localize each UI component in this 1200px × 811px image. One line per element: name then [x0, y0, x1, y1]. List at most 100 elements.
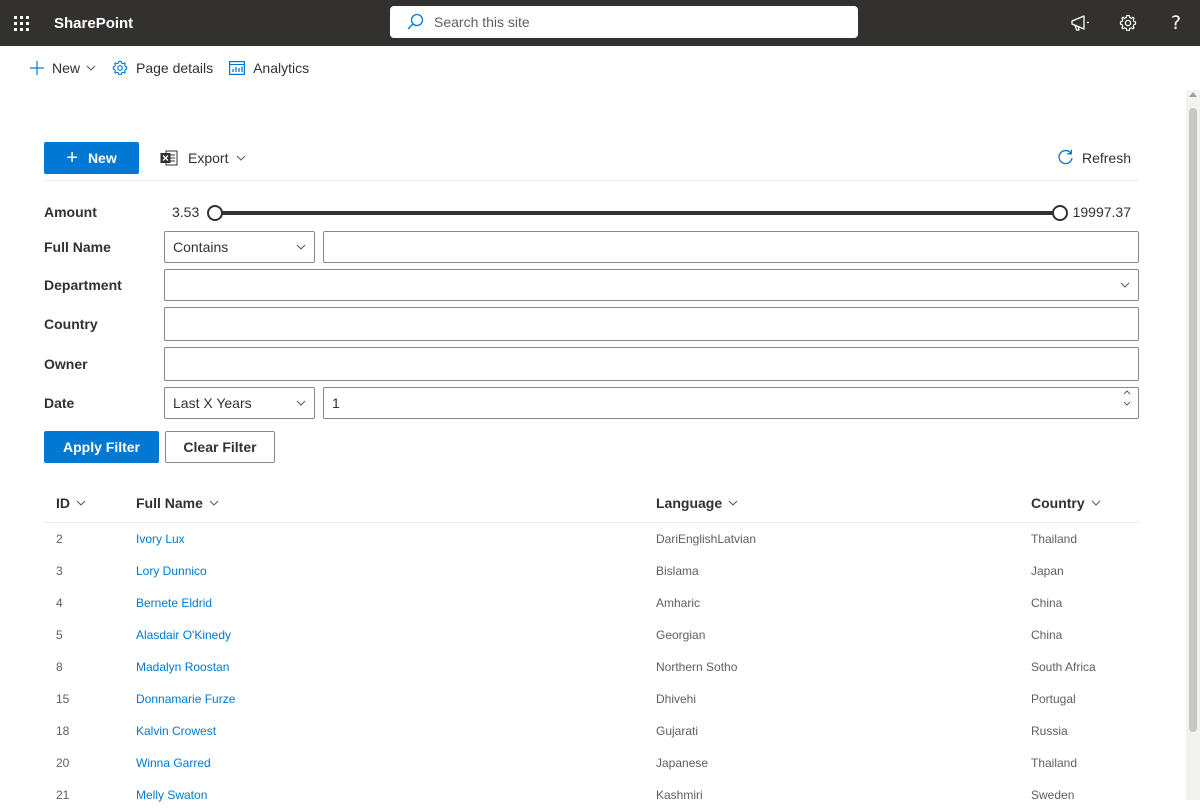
date-filter-row: Date Last X Years	[44, 387, 1139, 419]
cell-full-name-link[interactable]: Madalyn Roostan	[136, 660, 229, 674]
cell-full-name-link[interactable]: Ivory Lux	[136, 532, 185, 546]
search-icon	[407, 13, 424, 30]
scroll-up-arrow-icon[interactable]	[1189, 92, 1197, 97]
owner-people-picker[interactable]	[164, 347, 1139, 381]
amount-filter-row: Amount 3.53 19997.37	[44, 197, 1139, 227]
cell-country: Thailand	[1031, 756, 1078, 770]
cell-id: 20	[56, 756, 70, 770]
cell-language: Dhivehi	[656, 692, 697, 706]
cell-full-name-link[interactable]: Donnamarie Furze	[136, 692, 235, 706]
app-launcher-button[interactable]	[0, 0, 42, 46]
excel-icon	[160, 150, 178, 166]
owner-filter-row: Owner	[44, 347, 1139, 381]
clear-filter-button[interactable]: Clear Filter	[165, 431, 275, 463]
search-box[interactable]	[390, 6, 858, 38]
page-details-button[interactable]: Page details	[112, 60, 213, 76]
chevron-down-icon[interactable]	[1123, 401, 1131, 406]
announcements-button[interactable]	[1056, 0, 1104, 46]
cell-language: Georgian	[656, 628, 706, 642]
refresh-icon	[1058, 149, 1073, 165]
refresh-button[interactable]: Refresh	[1057, 149, 1131, 166]
chevron-down-icon	[209, 500, 219, 506]
column-header-language-label: Language	[656, 494, 723, 511]
cell-language: Northern Sotho	[656, 660, 738, 674]
table-row[interactable]: 15 Donnamarie Furze Dhivehi Portugal	[44, 683, 1139, 715]
command-bar: New Page details Analytics	[0, 46, 1200, 90]
full-name-label: Full Name	[44, 239, 111, 255]
cell-id: 18	[56, 724, 70, 738]
table-row[interactable]: 20 Winna Garred Japanese Thailand	[44, 747, 1139, 779]
filter-actions: Apply Filter Clear Filter	[44, 431, 1139, 463]
app-name[interactable]: SharePoint	[54, 15, 133, 32]
settings-button[interactable]	[1104, 0, 1152, 46]
table-row[interactable]: 21 Melly Swaton Kashmiri Sweden	[44, 779, 1139, 811]
cell-language: Amharic	[656, 596, 701, 610]
full-name-operator-value: Contains	[173, 239, 229, 255]
export-label: Export	[188, 150, 229, 166]
cell-full-name-link[interactable]: Lory Dunnico	[136, 564, 207, 578]
cell-country: China	[1031, 596, 1063, 610]
department-filter-row: Department	[44, 269, 1139, 301]
amount-range-slider[interactable]	[215, 211, 1060, 215]
column-header-full-name[interactable]: Full Name	[136, 495, 656, 511]
cell-id: 5	[56, 628, 63, 642]
new-item-button[interactable]: + New	[44, 142, 139, 174]
department-dropdown[interactable]	[164, 269, 1139, 301]
column-header-id-label: ID	[56, 494, 70, 511]
column-header-language[interactable]: Language	[656, 495, 1031, 511]
search-input[interactable]	[434, 14, 834, 30]
amount-min-handle[interactable]	[207, 205, 223, 221]
amount-max-handle[interactable]	[1052, 205, 1068, 221]
scroll-thumb[interactable]	[1189, 108, 1197, 732]
cell-id: 15	[56, 692, 70, 706]
analytics-button[interactable]: Analytics	[229, 60, 309, 76]
column-header-full-name-label: Full Name	[136, 494, 203, 511]
refresh-label: Refresh	[1081, 149, 1131, 166]
table-row[interactable]: 18 Kalvin Crowest Gujarati Russia	[44, 715, 1139, 747]
date-number-input[interactable]	[323, 387, 1139, 419]
plus-icon	[30, 61, 44, 75]
chevron-up-icon[interactable]	[1123, 390, 1131, 395]
date-spin-button[interactable]	[323, 387, 1139, 419]
column-header-id[interactable]: ID	[44, 495, 136, 511]
table-row[interactable]: 2 Ivory Lux DariEnglishLatvian Thailand	[44, 523, 1139, 555]
filter-panel: Amount 3.53 19997.37 Full Name Contains …	[44, 197, 1139, 463]
help-button[interactable]: ?	[1152, 0, 1200, 46]
country-filter-row: Country	[44, 307, 1139, 341]
cell-language: Bislama	[656, 564, 699, 578]
apply-filter-button[interactable]: Apply Filter	[44, 431, 159, 463]
country-input[interactable]	[164, 307, 1139, 341]
chevron-down-icon	[237, 155, 246, 161]
column-header-country[interactable]: Country	[1031, 495, 1139, 511]
chevron-down-icon	[296, 400, 306, 406]
table-body: 2 Ivory Lux DariEnglishLatvian Thailand …	[44, 523, 1139, 811]
cell-full-name-link[interactable]: Kalvin Crowest	[136, 724, 216, 738]
date-operator-dropdown[interactable]: Last X Years	[164, 387, 315, 419]
cell-full-name-link[interactable]: Winna Garred	[136, 756, 211, 770]
main-content: + New Export Refresh Amount 3.53 19997.3…	[44, 142, 1139, 811]
table-row[interactable]: 3 Lory Dunnico Bislama Japan	[44, 555, 1139, 587]
table-row[interactable]: 8 Madalyn Roostan Northern Sotho South A…	[44, 651, 1139, 683]
new-menu-button[interactable]: New	[30, 60, 96, 76]
table-header: ID Full Name Language Country	[44, 483, 1139, 523]
new-menu-label: New	[52, 60, 81, 76]
vertical-scrollbar[interactable]	[1186, 90, 1200, 800]
chevron-down-icon	[296, 244, 306, 250]
cell-country: Thailand	[1031, 532, 1078, 546]
full-name-input[interactable]	[323, 231, 1139, 263]
plus-icon: +	[66, 147, 78, 169]
cell-country: China	[1031, 628, 1063, 642]
cell-full-name-link[interactable]: Bernete Eldrid	[136, 596, 212, 610]
waffle-icon	[13, 15, 29, 31]
cell-id: 8	[56, 660, 63, 674]
new-item-label: New	[87, 150, 117, 166]
full-name-operator-dropdown[interactable]: Contains	[164, 231, 315, 263]
chevron-down-icon	[728, 500, 738, 506]
date-operator-value: Last X Years	[173, 395, 252, 411]
table-row[interactable]: 4 Bernete Eldrid Amharic China	[44, 587, 1139, 619]
cell-full-name-link[interactable]: Alasdair O'Kinedy	[136, 628, 231, 642]
department-label: Department	[44, 277, 122, 293]
export-button[interactable]: Export	[160, 150, 246, 166]
table-row[interactable]: 5 Alasdair O'Kinedy Georgian China	[44, 619, 1139, 651]
spin-arrows	[1123, 390, 1131, 406]
